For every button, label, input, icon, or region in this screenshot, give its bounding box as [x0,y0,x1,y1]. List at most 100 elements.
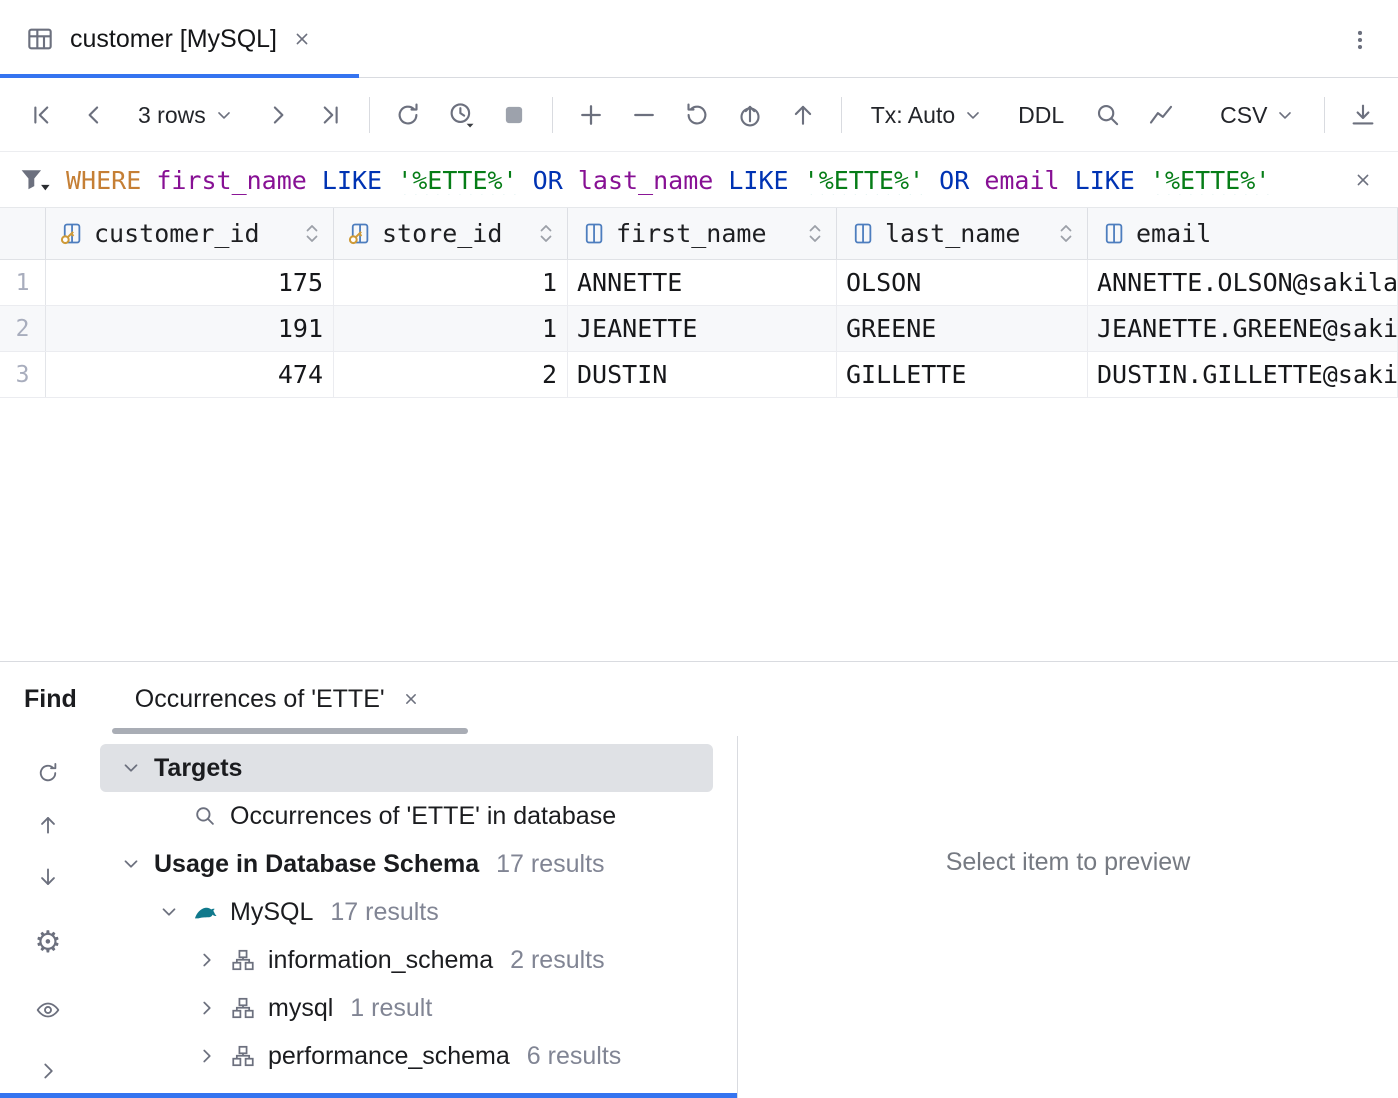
previous-page-button[interactable] [75,96,113,134]
submit-button[interactable] [731,96,769,134]
filter-close-icon[interactable] [1346,163,1380,197]
cell-last-name[interactable]: GREENE [837,306,1088,351]
schema-icon [230,1043,268,1069]
column-header-email[interactable]: email [1088,208,1398,259]
delete-row-button[interactable] [625,96,663,134]
preview-placeholder: Select item to preview [738,848,1398,877]
first-page-button[interactable] [22,96,60,134]
add-row-button[interactable] [572,96,610,134]
result-count: 1 result [350,994,432,1023]
cell-email[interactable]: JEANETTE.GREENE@sakilacustomer.org [1088,306,1398,351]
auto-refresh-clock-button[interactable] [442,96,480,134]
chevron-right-icon[interactable] [192,997,230,1019]
cell-email[interactable]: DUSTIN.GILLETTE@sakilacustomer.org [1088,352,1398,397]
row-number[interactable]: 2 [0,306,46,351]
cell-customer-id[interactable]: 191 [46,306,334,351]
row-number[interactable]: 3 [0,352,46,397]
filter-funnel-icon[interactable] [18,165,52,195]
commit-button[interactable] [784,96,822,134]
settings-gear-icon[interactable]: ⚙ [35,930,61,956]
find-in-grid-button[interactable] [1089,96,1127,134]
data-toolbar: 3 rows [0,79,1398,152]
revert-button[interactable] [678,96,716,134]
sort-arrows-icon[interactable] [537,220,555,247]
tree-item-mysql[interactable]: MySQL17 results [100,888,713,936]
page-size-dropdown[interactable]: 3 rows [128,95,244,135]
export-format-dropdown[interactable]: CSV [1210,95,1305,135]
tree-item-label: Usage in Database Schema [154,850,479,879]
cell-customer-id[interactable]: 175 [46,260,334,305]
chart-button[interactable] [1142,96,1180,134]
tab-close-icon[interactable] [291,28,313,50]
cell-store-id[interactable]: 2 [334,352,568,397]
cell-store-id[interactable]: 1 [334,306,568,351]
ddl-button[interactable]: DDL [1008,95,1074,135]
result-count: 6 results [527,1042,621,1071]
key-column-icon [346,220,373,247]
toolbar-separator [841,97,842,133]
tx-mode-dropdown[interactable]: Tx: Auto [861,95,993,135]
column-header-first-name[interactable]: first_name [568,208,837,259]
row-number[interactable]: 1 [0,260,46,305]
chevron-right-icon[interactable] [192,949,230,971]
column-header-store-id[interactable]: store_id [334,208,568,259]
last-page-button[interactable] [312,96,350,134]
more-options-icon[interactable] [1340,20,1380,60]
cell-customer-id[interactable]: 474 [46,352,334,397]
next-page-button[interactable] [259,96,297,134]
chevron-down-icon[interactable] [116,853,154,875]
column-header-last-name[interactable]: last_name [837,208,1088,259]
expand-panel-chevron-icon[interactable] [35,1058,61,1084]
column-header-customer-id[interactable]: customer_id [46,208,334,259]
find-panel-body: ⚙ Targets Occurrences of 'ETTE' in datab… [0,736,1398,1098]
previous-occurrence-icon[interactable] [35,812,61,838]
tree-item-occurrences-of-ette-in-database[interactable]: Occurrences of 'ETTE' in database [100,792,713,840]
rerun-search-icon[interactable] [35,760,61,786]
tab-occurrences-close-icon[interactable] [401,689,421,709]
tree-item-performance-schema[interactable]: performance_schema6 results [100,1032,713,1080]
toolbar-separator [552,97,553,133]
filter-expression[interactable]: WHERE first_name LIKE '%ETTE%' OR last_n… [66,166,1332,195]
chevron-down-icon[interactable] [116,757,154,779]
cell-store-id[interactable]: 1 [334,260,568,305]
next-occurrence-icon[interactable] [35,864,61,890]
export-download-button[interactable] [1344,96,1382,134]
cell-first-name[interactable]: JEANETTE [568,306,837,351]
cell-last-name[interactable]: OLSON [837,260,1088,305]
tab-occurrences[interactable]: Occurrences of 'ETTE' [135,685,421,714]
tree-item-usage-in-database-schema[interactable]: Usage in Database Schema17 results [100,840,713,888]
cell-first-name[interactable]: DUSTIN [568,352,837,397]
ddl-label: DDL [1018,102,1064,129]
sort-arrows-icon[interactable] [303,220,321,247]
tree-item-label: information_schema [268,946,493,975]
cell-email[interactable]: ANNETTE.OLSON@sakilacustomer.org [1088,260,1398,305]
tree-item-information-schema[interactable]: information_schema2 results [100,936,713,984]
sort-arrows-icon[interactable] [806,220,824,247]
column-icon [580,220,607,247]
tree-item-targets[interactable]: Targets [100,744,713,792]
tree-item-mysql[interactable]: mysql1 result [100,984,713,1032]
table-row[interactable]: 34742DUSTINGILLETTEDUSTIN.GILLETTE@sakil… [0,352,1398,398]
sql-token-op: OR [939,166,969,195]
chevron-down-icon [1275,105,1295,125]
sql-token-col: first_name [156,166,307,195]
chevron-right-icon[interactable] [192,1045,230,1067]
sort-arrows-icon[interactable] [1057,220,1075,247]
tab-customer-mysql[interactable]: customer [MySQL] [0,0,333,78]
column-name: email [1136,219,1211,248]
table-row[interactable]: 11751ANNETTEOLSONANNETTE.OLSON@sakilacus… [0,260,1398,306]
grid-header: customer_id store_id first_name last_nam… [0,208,1398,260]
preview-eye-icon[interactable] [35,997,61,1023]
refresh-button[interactable] [389,96,427,134]
table-row[interactable]: 21911JEANETTEGREENEJEANETTE.GREENE@sakil… [0,306,1398,352]
cell-last-name[interactable]: GILLETTE [837,352,1088,397]
export-format-label: CSV [1220,102,1267,129]
chevron-down-icon [963,105,983,125]
sql-token-op: OR [533,166,563,195]
cell-first-name[interactable]: ANNETTE [568,260,837,305]
grid-corner[interactable] [0,208,46,259]
stop-button[interactable] [495,96,533,134]
tree-item-label: Targets [154,754,242,783]
sql-token-kw: WHERE [66,166,141,195]
chevron-down-icon[interactable] [154,901,192,923]
